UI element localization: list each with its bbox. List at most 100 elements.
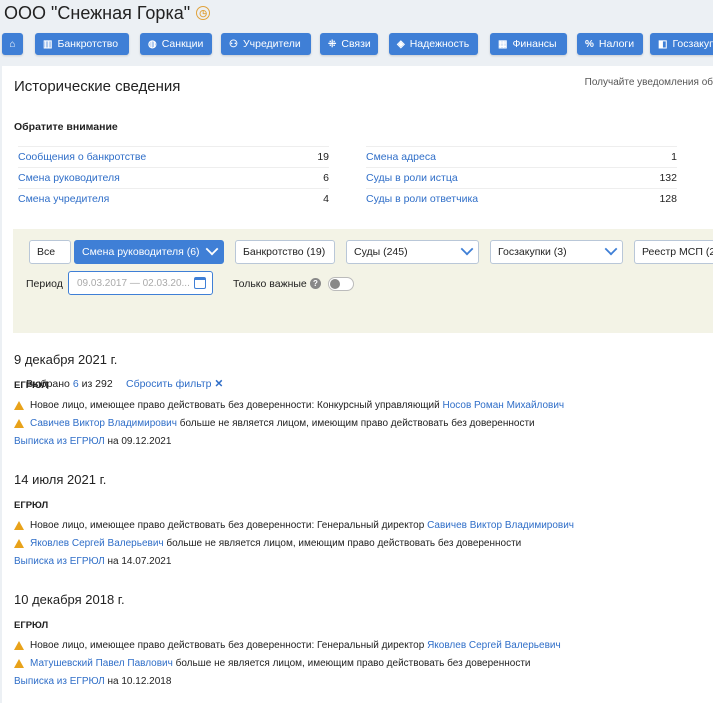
important-only-label: Только важные [233,278,307,290]
calendar-icon[interactable] [194,277,206,289]
warning-icon [14,539,24,548]
nav-button[interactable]: ▦ Финансы [490,33,567,55]
filter-chip[interactable]: Банкротство (19) [235,240,335,264]
nav-button[interactable]: ◍ Санкции [140,33,212,55]
help-icon[interactable]: ? [310,278,321,289]
nav-home-button[interactable]: ⌂ [2,33,23,55]
extract-line: Выписка из ЕГРЮЛ на 14.07.2021 [14,552,574,570]
company-title: ООО "Снежная Горка" [4,2,191,23]
event-line: Матушевский Павел Павлович больше не явл… [14,654,561,672]
filter-chip-label: Суды (245) [354,246,408,258]
event-text: больше не является лицом, имеющим право … [163,537,522,549]
event-source: ЕГРЮЛ [14,380,49,391]
main-panel: Исторические сведения Получайте уведомле… [2,66,713,703]
event-line: Яковлев Сергей Валерьевич больше не явля… [14,534,574,552]
filter-chip-label: Реестр МСП (2) [642,246,713,258]
nav-button-label: Банкротство [57,38,119,50]
toggle-knob [330,279,340,289]
network-icon: ⁜ [328,38,337,50]
stats-left: Сообщения о банкротстве 19 Смена руководит… [18,146,329,209]
event-source: ЕГРЮЛ [14,620,49,631]
stat-value: 128 [659,193,677,205]
stat-value: 132 [659,172,677,184]
cart-icon: ◧ [658,38,668,50]
extract-date: на 10.12.2018 [107,675,172,687]
stat-link[interactable]: Суды в роли ответчика [366,193,478,205]
stat-value: 19 [317,151,329,163]
extract-link[interactable]: Выписка из ЕГРЮЛ [14,556,105,567]
nav-button-label: Связи [341,38,371,50]
stat-link[interactable]: Сообщения о банкротстве [18,151,146,163]
period-label: Период [26,278,63,290]
filter-chip[interactable]: Все [29,240,71,264]
stat-row: Сообщения о банкротстве 19 [18,146,329,167]
filter-chip[interactable]: Смена руководителя (6) [74,240,224,264]
shield-icon: ◈ [397,38,405,50]
chevron-down-icon [604,242,618,256]
period-value: 09.03.2017 — 02.03.20... [77,277,190,289]
stat-row: Суды в роли истца 132 [366,167,677,188]
home-icon: ⌂ [9,38,16,50]
event-line: Новое лицо, имеющее право действовать бе… [14,516,574,534]
people-icon: ⚇ [229,38,238,50]
stat-link[interactable]: Суды в роли истца [366,172,458,184]
nav-button[interactable]: ⁜ Связи [320,33,378,55]
filter-chip[interactable]: Реестр МСП (2) [634,240,713,264]
stat-row: Смена руководителя 6 [18,167,329,188]
filter-chip-label: Все [37,246,56,258]
nav-button[interactable]: ◧ Госзакупки [650,33,713,55]
person-link[interactable]: Носов Роман Михайлович [443,400,565,411]
notification-link[interactable]: Получайте уведомления об [585,77,713,88]
page-header: ООО "Снежная Горка" ◷ [4,2,211,24]
nav-button-label: Учредители [242,38,301,50]
extract-link[interactable]: Выписка из ЕГРЮЛ [14,436,105,447]
chevron-down-icon [460,242,474,256]
event-line: Новое лицо, имеющее право действовать бе… [14,396,564,414]
warning-icon [14,521,24,530]
nav-button[interactable]: ◈ Надежность [389,33,478,55]
percent-icon: % [585,38,594,50]
attention-title: Обратите внимание [14,121,118,133]
stats-right: Смена адреса 1 Суды в роли истца 132 Суды в … [366,146,677,209]
nav-button-label: Санкции [161,38,204,50]
extract-date: на 14.07.2021 [107,555,172,567]
stat-value: 6 [323,172,329,184]
event-source: ЕГРЮЛ [14,500,49,511]
filter-chip[interactable]: Госзакупки (3) [490,240,623,264]
stat-value: 1 [671,151,677,163]
event-group: 10 декабря 2018 г. ЕГРЮЛ Новое лицо, имеющ… [14,592,561,690]
chart-icon: ▦ [498,38,508,50]
event-text: Новое лицо, имеющее право действовать бе… [30,639,428,651]
event-date: 9 декабря 2021 г. [14,352,118,367]
extract-line: Выписка из ЕГРЮЛ на 10.12.2018 [14,672,561,690]
bank-icon: ▥ [43,38,53,50]
person-link[interactable]: Яковлев Сергей Валерьевич [427,640,561,651]
stat-link[interactable]: Смена адреса [366,151,436,163]
event-text: Новое лицо, имеющее право действовать бе… [30,519,428,531]
chevron-down-icon [205,242,219,256]
event-date: 14 июля 2021 г. [14,472,107,487]
filter-panel: Все Смена руководителя (6) Банкротство (19… [13,229,713,390]
nav-button[interactable]: % Налоги [577,33,643,55]
event-text: Новое лицо, имеющее право действовать бе… [30,399,443,411]
stat-row: Смена учредителя 4 [18,188,329,209]
stat-link[interactable]: Смена учредителя [18,193,109,205]
event-group: 9 декабря 2021 г. ЕГРЮЛ Новое лицо, имеюще… [14,352,564,450]
filter-chip-label: Банкротство (19) [243,246,326,258]
warning-icon [14,419,24,428]
person-link[interactable]: Савичев Виктор Владимирович [30,418,177,429]
nav-button-label: Надежность [409,38,470,50]
filter-chip[interactable]: Суды (245) [346,240,479,264]
filter-chip-label: Госзакупки (3) [498,246,567,258]
extract-date: на 09.12.2021 [107,435,172,447]
nav-button[interactable]: ▥ Банкротство [35,33,129,55]
extract-link[interactable]: Выписка из ЕГРЮЛ [14,676,105,687]
stat-link[interactable]: Смена руководителя [18,172,120,184]
important-only-toggle[interactable] [328,277,354,291]
period-input[interactable]: 09.03.2017 — 02.03.20... [68,271,213,295]
nav-button[interactable]: ⚇ Учредители [221,33,311,55]
person-link[interactable]: Савичев Виктор Владимирович [427,520,574,531]
person-link[interactable]: Матушевский Павел Павлович [30,658,173,669]
clock-icon[interactable]: ◷ [196,6,211,20]
person-link[interactable]: Яковлев Сергей Валерьевич [30,538,164,549]
